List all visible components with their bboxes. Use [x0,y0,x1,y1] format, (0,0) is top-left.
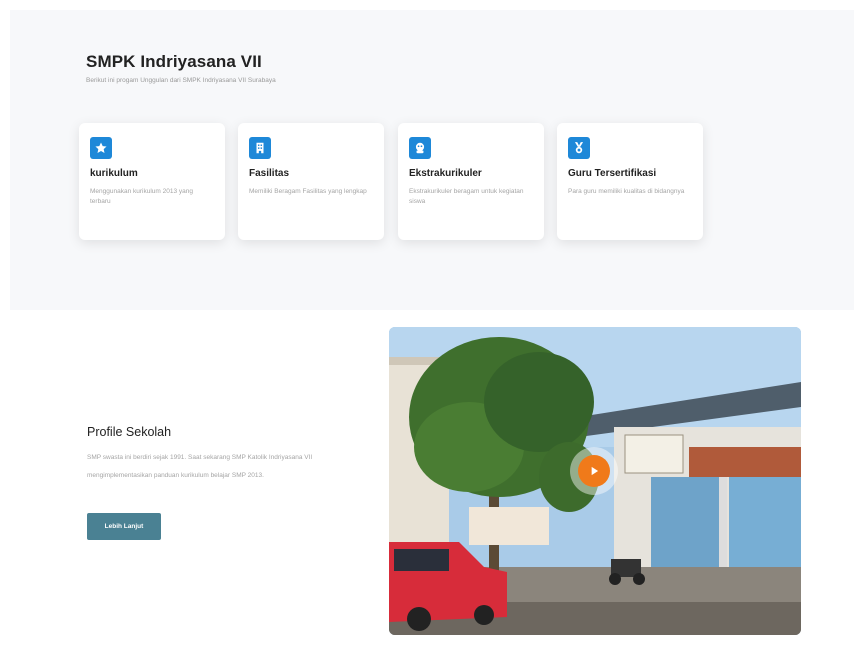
feature-card-ekstrakurikuler[interactable]: Ekstrakurikuler Ekstrakurikuler beragam … [398,123,544,240]
feature-title: Fasilitas [249,168,290,179]
feature-title: Ekstrakurikuler [409,168,482,179]
medal-icon [568,137,590,159]
page-title: SMPK Indriyasana VII [86,52,262,71]
feature-card-fasilitas[interactable]: Fasilitas Memiliki Beragam Fasilitas yan… [238,123,384,240]
play-icon [578,455,610,487]
activity-icon [409,137,431,159]
feature-description: Ekstrakurikuler beragam untuk kegiatan s… [409,188,524,205]
building-icon [249,137,271,159]
star-icon [90,137,112,159]
play-button[interactable] [570,447,618,495]
feature-description: Menggunakan kurikulum 2013 yang terbaru [90,188,193,205]
feature-description: Para guru memiliki kualitas di bidangnya [568,188,685,195]
feature-title: kurikulum [90,168,138,179]
feature-description: Memiliki Beragam Fasilitas yang lengkap [249,188,367,195]
read-more-button[interactable]: Lebih Lanjut [87,513,161,540]
profile-description: SMP swasta ini berdiri sejak 1991. Saat … [87,454,313,479]
profile-title: Profile Sekolah [87,425,172,439]
feature-card-guru[interactable]: Guru Tersertifikasi Para guru memiliki k… [557,123,703,240]
feature-card-kurikulum[interactable]: kurikulum Menggunakan kurikulum 2013 yan… [79,123,225,240]
feature-title: Guru Tersertifikasi [568,168,657,179]
page-subtitle: Berikut ini progam Unggulan dari SMPK In… [86,77,276,84]
